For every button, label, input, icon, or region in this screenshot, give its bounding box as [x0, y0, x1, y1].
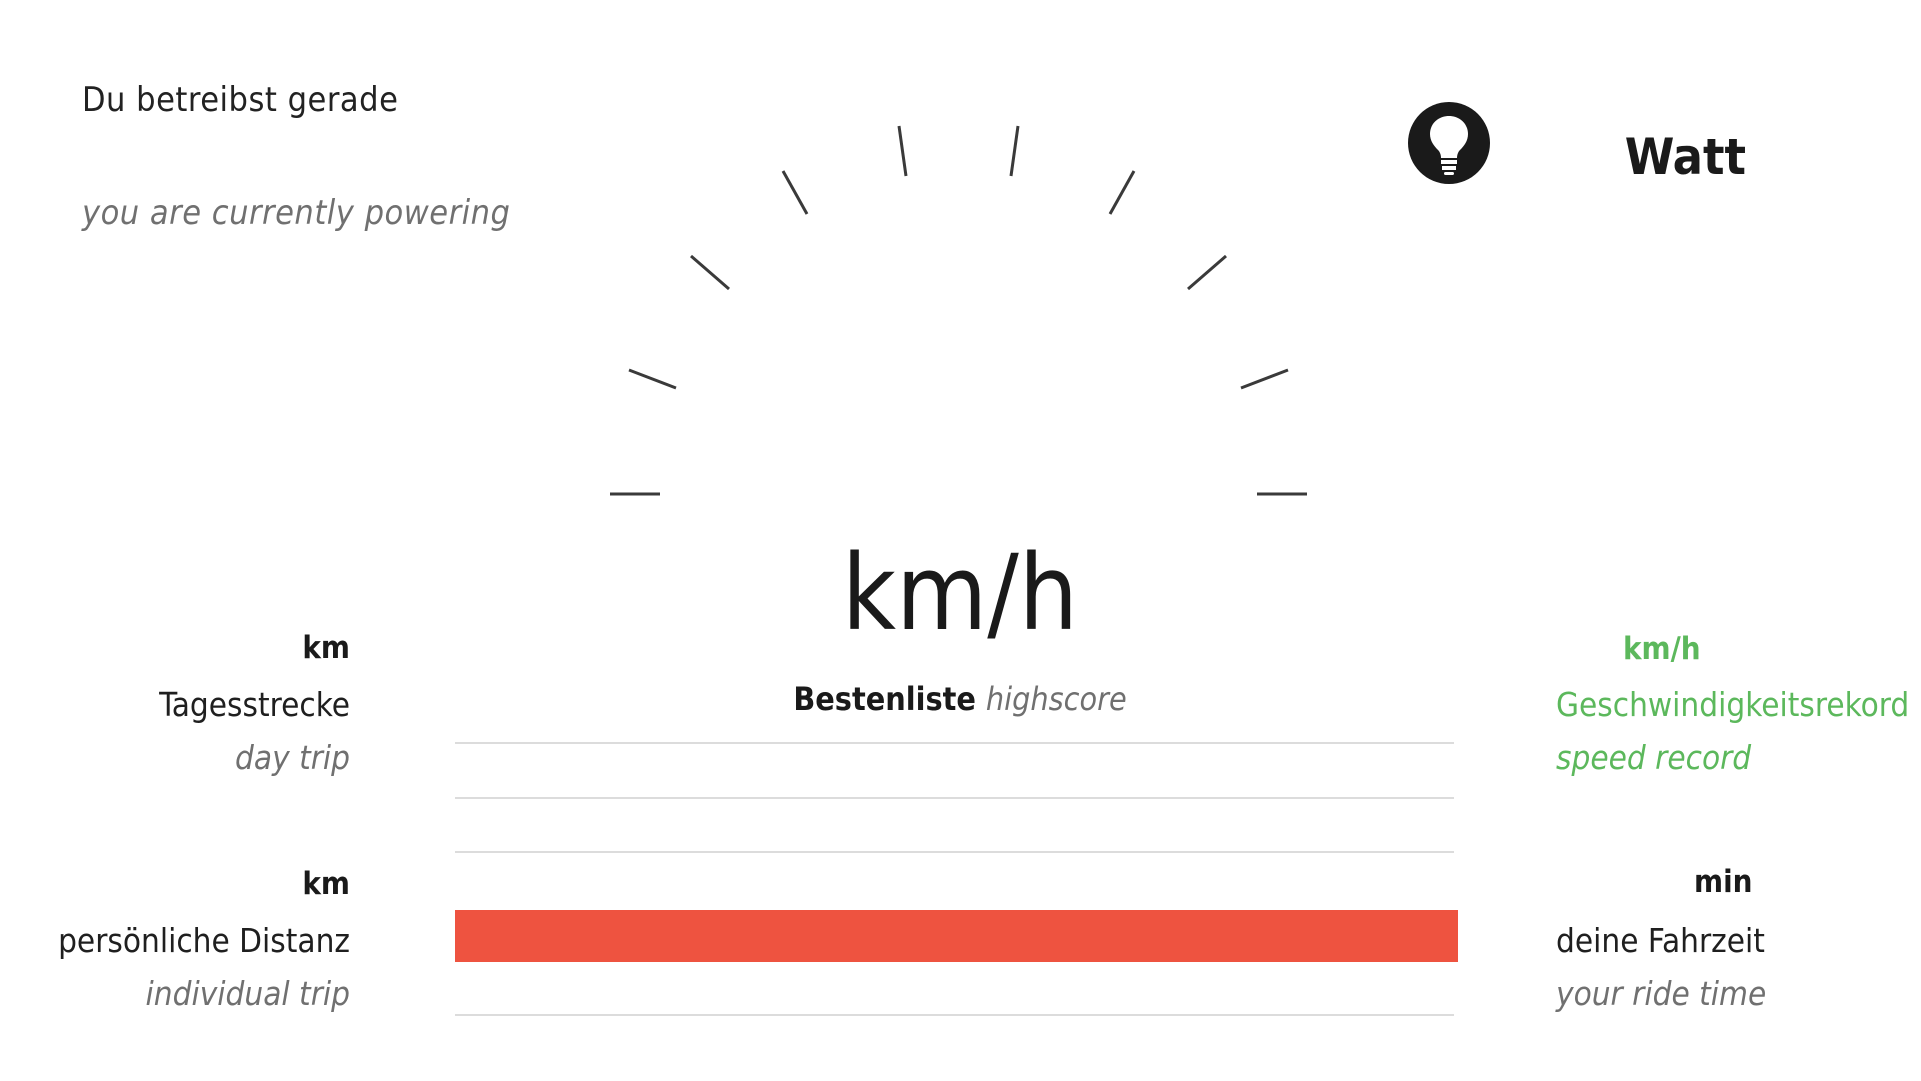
day-trip-unit: km: [302, 630, 350, 666]
speed-record-unit: km/h: [1623, 631, 1701, 667]
gauge-tick: [1009, 125, 1020, 177]
gauge-tick: [1240, 368, 1289, 390]
ride-time-label-de: deine Fahrzeit: [1556, 921, 1765, 960]
gauge-tick: [897, 125, 908, 177]
powering-label-de: Du betreibst gerade: [82, 80, 399, 120]
power-unit: Watt: [1624, 128, 1746, 186]
day-trip-label-de: Tagesstrecke: [159, 685, 350, 724]
gauge-tick: [1187, 254, 1227, 291]
individual-trip-unit: km: [302, 866, 350, 902]
highscore-row-divider: [455, 742, 1454, 744]
day-trip-label-en: day trip: [235, 738, 350, 777]
highscore-row-divider: [455, 851, 1454, 853]
ride-time-unit: min: [1694, 864, 1753, 900]
individual-trip-label-de: persönliche Distanz: [58, 921, 350, 960]
highscore-label-de: Bestenliste: [793, 680, 976, 718]
gauge-tick: [781, 170, 809, 215]
light-bulb-icon: [1408, 102, 1490, 184]
powering-label-en: you are currently powering: [82, 193, 511, 233]
gauge-tick: [690, 254, 730, 291]
gauge-tick: [1108, 170, 1136, 215]
speed-record-label-de: Geschwindigkeitsrekord: [1556, 685, 1910, 724]
highscore-row-divider: [455, 1014, 1454, 1016]
speed-record-label-en: speed record: [1556, 738, 1752, 777]
speed-unit: km/h: [841, 532, 1079, 654]
individual-trip-label-en: individual trip: [145, 974, 350, 1013]
highscore-title: Bestenliste highscore: [793, 680, 1126, 718]
highscore-row-divider: [455, 797, 1454, 799]
highscore-label-en: highscore: [985, 680, 1127, 718]
gauge-tick: [628, 368, 677, 390]
highscore-current-rider-bar: [455, 910, 1458, 962]
ride-time-label-en: your ride time: [1556, 974, 1767, 1013]
bike-dashboard: Du betreibst gerade you are currently po…: [0, 0, 1921, 1081]
